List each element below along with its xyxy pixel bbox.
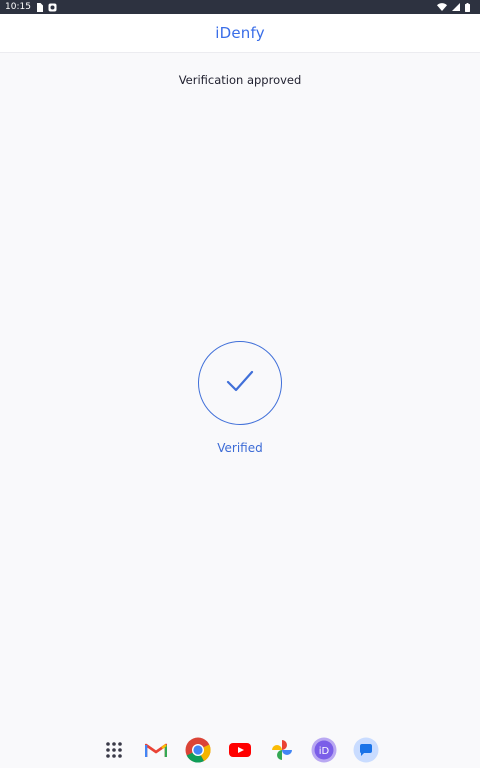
verified-label: Verified (217, 441, 263, 455)
gmail-icon[interactable] (142, 736, 170, 764)
wifi-icon (437, 3, 447, 11)
signal-icon (452, 3, 460, 11)
app-header: iDenfy (0, 14, 480, 53)
chrome-icon[interactable] (184, 736, 212, 764)
verified-badge (198, 341, 282, 425)
app-drawer-icon[interactable] (100, 736, 128, 764)
youtube-icon[interactable] (226, 736, 254, 764)
svg-text:iD: iD (319, 746, 330, 757)
status-left: 10:15 (0, 2, 57, 12)
battery-icon (465, 2, 470, 12)
app-dock: iD (0, 732, 480, 768)
status-bar: 10:15 (0, 0, 480, 14)
photos-icon[interactable] (268, 736, 296, 764)
messages-icon[interactable] (352, 736, 380, 764)
status-right (437, 2, 480, 12)
notification-icon (48, 3, 57, 12)
status-time: 10:15 (5, 2, 31, 12)
page-title: Verification approved (178, 73, 302, 87)
idenfy-logo: iDenfy (215, 24, 265, 42)
idenfy-icon[interactable]: iD (310, 736, 338, 764)
sim-card-icon (36, 2, 43, 12)
checkmark-icon (225, 369, 255, 397)
